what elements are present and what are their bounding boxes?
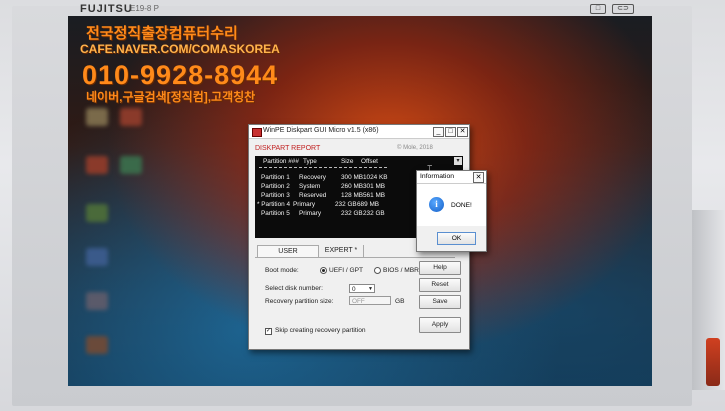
cell-type: Primary bbox=[299, 210, 322, 217]
cell-offset: 232 GB bbox=[363, 210, 385, 217]
info-icon: i bbox=[429, 197, 444, 212]
cell-type: Recovery bbox=[299, 174, 326, 181]
col-partition: Partition ### bbox=[263, 158, 299, 165]
desktop-icon bbox=[120, 156, 142, 174]
watermark-phone: 010-9928-8944 bbox=[82, 60, 279, 90]
uefi-radio-label[interactable]: UEFI / GPT bbox=[329, 267, 363, 274]
dialog-title: Information bbox=[420, 173, 455, 180]
col-size: Size bbox=[341, 158, 354, 165]
cell-type: Reserved bbox=[299, 192, 327, 199]
cell-type: Primary bbox=[293, 201, 316, 208]
disk-number-select[interactable]: 0 ▼ bbox=[349, 284, 375, 293]
desktop-icon bbox=[86, 248, 108, 266]
dialog-close-button[interactable]: ✕ bbox=[473, 172, 484, 183]
cell-offset: 689 MB bbox=[357, 201, 380, 208]
information-dialog: Information ✕ i DONE! OK bbox=[416, 170, 487, 252]
watermark-tagline: 네이버,구글검색[정직컴],고객칭찬 bbox=[86, 90, 256, 104]
side-object bbox=[706, 338, 720, 386]
apply-button[interactable]: Apply bbox=[419, 317, 461, 333]
dialog-message: DONE! bbox=[451, 202, 472, 209]
copyright: © Mole, 2018 bbox=[397, 145, 433, 151]
col-type: Type bbox=[303, 158, 317, 165]
cell-offset: 301 MB bbox=[363, 183, 386, 190]
cell-size: 300 MB bbox=[341, 174, 364, 181]
disk-number-label: Select disk number: bbox=[265, 285, 323, 292]
watermark-title: 전국정직출장컴퓨터수리 bbox=[86, 25, 238, 42]
mouse-cursor-icon: ⌶ bbox=[427, 164, 433, 174]
skip-recovery-checkbox[interactable]: ✓ bbox=[265, 328, 272, 335]
cell-offset: 1024 KB bbox=[363, 174, 388, 181]
cell-offset: 561 MB bbox=[363, 192, 386, 199]
recovery-unit: GB bbox=[395, 298, 405, 305]
desktop-icon bbox=[86, 108, 108, 126]
skip-recovery-label[interactable]: Skip creating recovery partition bbox=[275, 327, 366, 334]
uefi-radio[interactable] bbox=[320, 267, 327, 274]
report-label: DISKPART REPORT bbox=[255, 145, 321, 152]
boot-mode-label: Boot mode: bbox=[265, 267, 299, 274]
desktop-icon bbox=[86, 292, 108, 310]
window-title: WinPE Diskpart GUI Micro v1.5 (x86) bbox=[263, 127, 379, 134]
desktop-icon bbox=[86, 156, 108, 174]
dialog-body: i DONE! bbox=[417, 184, 486, 226]
recovery-size-label: Recovery partition size: bbox=[265, 298, 334, 305]
cell-size: 232 GB bbox=[341, 210, 363, 217]
col-offset: Offset bbox=[361, 158, 378, 165]
chevron-down-icon[interactable]: ▾ bbox=[454, 157, 462, 165]
cell-partition: Partition 2 bbox=[261, 183, 290, 190]
cell-size: 232 GB bbox=[335, 201, 357, 208]
minimize-button[interactable]: _ bbox=[433, 127, 444, 137]
cell-size: 128 MB bbox=[341, 192, 364, 199]
chevron-down-icon: ▼ bbox=[368, 286, 373, 292]
desktop-icon bbox=[86, 336, 108, 354]
watermark-url: CAFE.NAVER.COM/COMASKOREA bbox=[80, 42, 280, 56]
help-button[interactable]: Help bbox=[419, 261, 461, 275]
close-button[interactable]: ✕ bbox=[457, 127, 468, 137]
bezel-button-icon: □ bbox=[590, 4, 606, 14]
cell-partition: Partition 5 bbox=[261, 210, 290, 217]
bios-radio[interactable] bbox=[374, 267, 381, 274]
bezel-power-icon: ⊂⊃ bbox=[612, 4, 634, 14]
disk-number-value: 0 bbox=[352, 286, 356, 293]
app-icon bbox=[252, 128, 262, 137]
reset-button[interactable]: Reset bbox=[419, 278, 461, 292]
header-rule bbox=[259, 167, 387, 168]
monitor-brand: FUJITSU bbox=[80, 3, 133, 15]
window-titlebar[interactable]: WinPE Diskpart GUI Micro v1.5 (x86) _ □ … bbox=[249, 125, 469, 139]
desktop-icon bbox=[86, 204, 108, 222]
cell-partition: Partition 3 bbox=[261, 192, 290, 199]
desktop-icon bbox=[120, 108, 142, 126]
maximize-button[interactable]: □ bbox=[445, 127, 456, 137]
tab-expert[interactable]: EXPERT * bbox=[319, 245, 364, 257]
cell-size: 260 MB bbox=[341, 183, 364, 190]
recovery-size-input[interactable]: OFF bbox=[349, 296, 391, 305]
monitor-model: E19-8 P bbox=[130, 4, 159, 13]
ok-button[interactable]: OK bbox=[437, 232, 476, 245]
save-button[interactable]: Save bbox=[419, 295, 461, 309]
cell-partition: * Partition 4 bbox=[257, 201, 291, 208]
bios-radio-label[interactable]: BIOS / MBR bbox=[383, 267, 419, 274]
cell-partition: Partition 1 bbox=[261, 174, 290, 181]
cell-type: System bbox=[299, 183, 321, 190]
